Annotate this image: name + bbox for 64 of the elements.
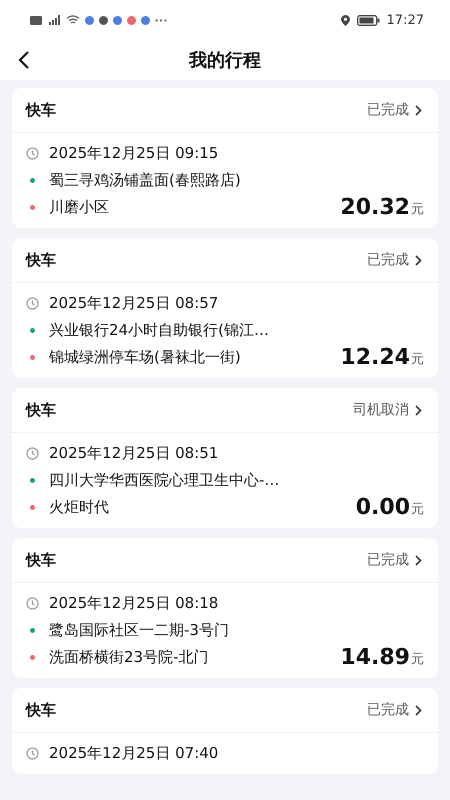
currency-unit: 元	[411, 501, 424, 518]
battery-icon	[356, 14, 380, 26]
chevron-right-icon	[415, 254, 422, 266]
end-address: 火炬时代	[49, 498, 110, 517]
back-icon[interactable]	[18, 50, 30, 70]
more-icon	[155, 18, 167, 22]
end-address: 锦城绿洲停车场(暑袜北一街)	[49, 348, 242, 367]
trip-time: 2025年12月25日 07:40	[49, 744, 218, 763]
trip-price: 12.24	[340, 345, 410, 370]
start-dot	[30, 628, 35, 633]
trip-card[interactable]: 快车 已完成 2025年12月25日 07:40	[12, 688, 438, 774]
currency-unit: 元	[411, 351, 424, 368]
trip-card[interactable]: 快车 已完成 2025年12月25日 08:57 兴业银行24小时自助银行(锦江… 锦城绿洲停车场(暑袜北一街) 12.24元	[12, 238, 438, 378]
trip-time: 2025年12月25日 08:51	[49, 444, 218, 463]
end-address: 川磨小区	[49, 198, 110, 217]
chevron-right-icon	[415, 104, 422, 116]
start-dot	[30, 478, 35, 483]
trip-card[interactable]: 快车 司机取消 2025年12月25日 08:51 四川大学华西医院心理卫生中心-… 火炬时代 0.00元	[12, 388, 438, 528]
clock-icon	[26, 747, 39, 760]
trip-time: 2025年12月25日 08:57	[49, 294, 218, 313]
location-icon	[340, 14, 350, 26]
trip-time: 2025年12月25日 08:18	[49, 594, 218, 613]
wifi-icon	[66, 15, 80, 25]
clock-icon	[26, 597, 39, 610]
page-title: 我的行程	[189, 49, 261, 72]
trip-price: 20.32	[340, 195, 410, 220]
app-icon	[85, 16, 94, 24]
trip-type: 快车	[26, 700, 57, 720]
trip-type: 快车	[26, 100, 57, 120]
trip-type: 快车	[26, 250, 57, 270]
chevron-right-icon	[415, 404, 422, 416]
clock-icon	[26, 147, 39, 160]
start-address: 鹭岛国际社区一二期-3号门	[49, 621, 229, 640]
start-address: 蜀三寻鸡汤铺盖面(春熙路店)	[49, 171, 241, 190]
start-address: 四川大学华西医院心理卫生中心-…	[49, 471, 280, 490]
chevron-right-icon	[415, 554, 422, 566]
chat-icon	[99, 16, 108, 24]
start-dot	[30, 328, 35, 333]
signal-icon	[47, 15, 61, 25]
clock-icon	[26, 297, 39, 310]
trip-status[interactable]: 已完成	[367, 101, 409, 119]
trip-status[interactable]: 司机取消	[353, 401, 409, 419]
end-dot	[30, 655, 35, 660]
end-dot	[30, 505, 35, 510]
currency-unit: 元	[411, 201, 424, 218]
trip-type: 快车	[26, 550, 57, 570]
trip-type: 快车	[26, 400, 57, 420]
trip-card[interactable]: 快车 已完成 2025年12月25日 08:18 鹭岛国际社区一二期-3号门 洗面桥横街23号院-北门 14.89 元	[12, 538, 438, 678]
trip-price: 0.00	[356, 495, 410, 520]
chevron-right-icon	[415, 704, 422, 716]
trip-status[interactable]: 已完成	[367, 551, 409, 569]
trip-status[interactable]: 已完成	[367, 701, 409, 719]
end-address: 洗面桥横街23号院-北门	[49, 648, 210, 667]
trip-price: 14.89	[340, 645, 410, 670]
currency-unit: 元	[411, 651, 424, 668]
clock-icon	[26, 447, 39, 460]
trip-status[interactable]: 已完成	[367, 251, 409, 269]
trip-card[interactable]: 快车 已完成 2025年12月25日 09:15 蜀三寻鸡汤铺盖面(春熙路店) 川磨小区 20.32 元	[12, 88, 438, 228]
start-address: 兴业银行24小时自助银行(锦江…	[49, 321, 269, 340]
start-dot	[30, 178, 35, 183]
end-dot	[30, 355, 35, 360]
end-dot	[30, 205, 35, 210]
trip-time: 2025年12月25日 09:15	[49, 144, 218, 163]
status-time: 17:27	[386, 12, 424, 28]
